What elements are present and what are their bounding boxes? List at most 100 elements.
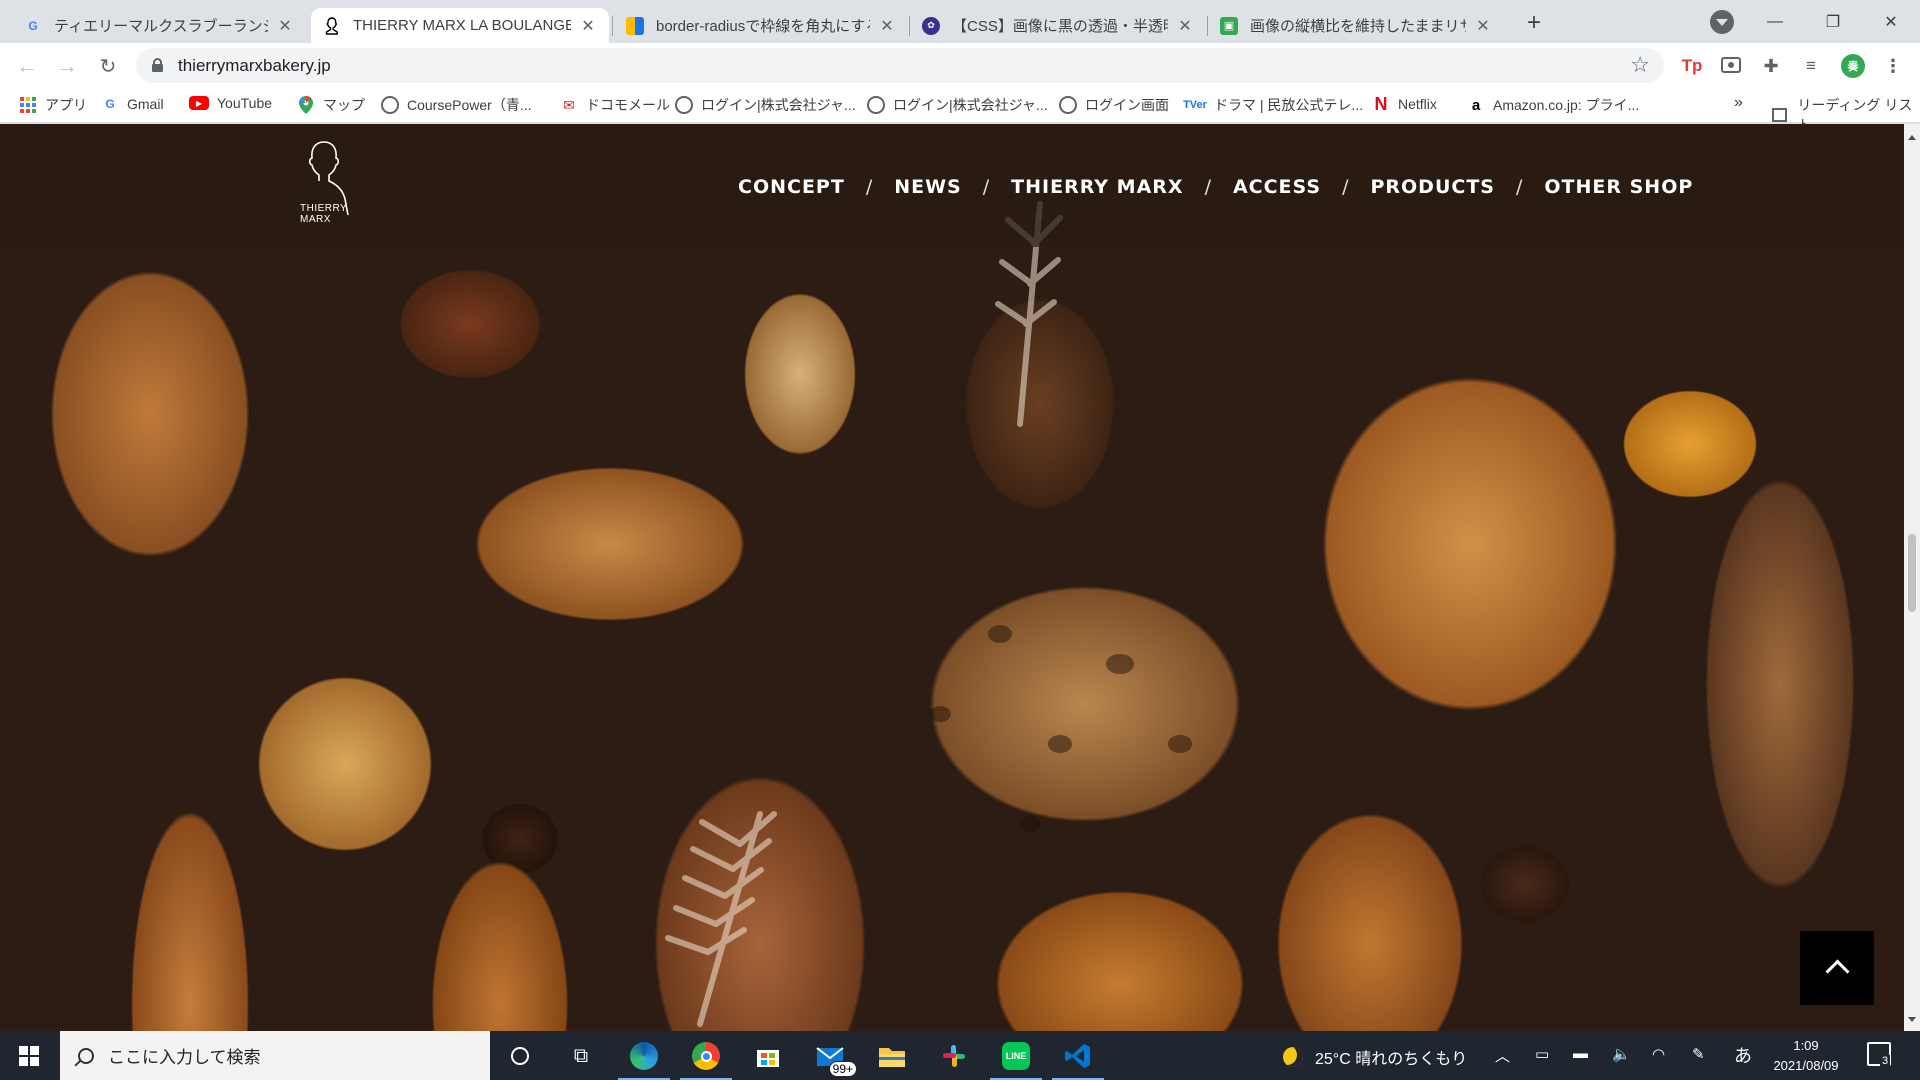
- reload-icon[interactable]: ↻: [93, 51, 123, 81]
- close-icon[interactable]: ✕: [878, 16, 896, 36]
- scroll-up-arrow-icon[interactable]: [1908, 131, 1916, 140]
- clock-date: 2021/08/09: [1773, 1058, 1839, 1073]
- search-icon: [78, 1047, 94, 1064]
- tab-title: 画像の縦横比を維持したままリサイズ: [1250, 18, 1466, 35]
- back-arrow-icon[interactable]: ←: [12, 51, 42, 81]
- amazon-icon: a: [1471, 96, 1481, 114]
- logo-line-2: MARX: [300, 214, 331, 225]
- tab-css-overlay[interactable]: ✿ 【CSS】画像に黒の透過・半透明カラ ✕: [910, 8, 1206, 43]
- wifi-icon[interactable]: ◠: [1652, 1045, 1665, 1063]
- taskbar-search-box[interactable]: ここに入力して検索: [60, 1031, 490, 1080]
- scrollbar-thumb[interactable]: [1908, 534, 1916, 612]
- url-text[interactable]: thierrymarxbakery.jp: [178, 56, 331, 76]
- ime-indicator[interactable]: あ: [1734, 1042, 1752, 1068]
- cast-extension-icon[interactable]: [1720, 55, 1742, 77]
- restore-icon[interactable]: ❐: [1810, 0, 1856, 43]
- taskbar-clock[interactable]: 1:09 2021/08/09: [1764, 1036, 1848, 1076]
- nav-news[interactable]: NEWS: [894, 176, 962, 198]
- mail-app-icon[interactable]: 99+: [813, 1039, 857, 1077]
- file-explorer-icon[interactable]: [875, 1039, 909, 1073]
- globe-icon: [381, 96, 399, 114]
- close-icon[interactable]: ✕: [1176, 16, 1194, 36]
- google-icon: G: [105, 97, 115, 111]
- tab-strip: G ティエリーマルクスラブーランジュリー - G ✕ THIERRY MARX …: [0, 0, 1920, 43]
- tray-device-icon[interactable]: ▭: [1535, 1045, 1549, 1063]
- scroll-down-arrow-icon[interactable]: [1908, 1017, 1916, 1026]
- bookmark-login-1[interactable]: ログイン|株式会社ジャ...: [675, 95, 856, 115]
- bookmark-login-screen[interactable]: ログイン画面: [1059, 95, 1169, 115]
- site-header: THIERRY MARX CONCEPT / NEWS / THIERRY MA…: [0, 124, 1904, 247]
- forward-arrow-icon[interactable]: →: [52, 51, 82, 81]
- bookmark-label: マップ: [323, 97, 365, 113]
- bookmark-label: CoursePower（青...: [407, 97, 532, 113]
- new-tab-plus-icon[interactable]: +: [1520, 9, 1548, 37]
- bookmark-docomo-mail[interactable]: ✉ ドコモメール: [560, 95, 670, 115]
- tray-chevron-up-icon[interactable]: ︿: [1495, 1045, 1510, 1066]
- cortana-icon[interactable]: [503, 1039, 537, 1073]
- close-icon[interactable]: ✕: [1474, 16, 1492, 36]
- bookmark-amazon[interactable]: a Amazon.co.jp: プライ...: [1467, 95, 1639, 115]
- nav-access[interactable]: ACCESS: [1233, 176, 1321, 198]
- start-button[interactable]: [0, 1031, 58, 1080]
- bookmark-maps[interactable]: マップ: [297, 95, 365, 115]
- edge-icon[interactable]: [618, 1039, 670, 1080]
- bookmark-label: アプリ: [45, 97, 87, 113]
- nav-concept[interactable]: CONCEPT: [738, 176, 845, 198]
- nav-other-shop[interactable]: OTHER SHOP: [1544, 176, 1693, 198]
- back-to-top-button[interactable]: [1800, 931, 1874, 1005]
- bookmark-star-icon[interactable]: ☆: [1630, 52, 1650, 78]
- nav-products[interactable]: PRODUCTS: [1370, 176, 1495, 198]
- tab-border-radius[interactable]: border-radiusで枠線を角丸にする | ✕: [614, 8, 908, 43]
- bookmark-apps[interactable]: アプリ: [19, 95, 87, 115]
- bookmarks-bar: アプリ G Gmail ▶ YouTube マップ CoursePower（青.…: [0, 88, 1920, 133]
- extensions-puzzle-icon[interactable]: ✚: [1760, 55, 1782, 77]
- ms-store-icon[interactable]: [751, 1039, 785, 1073]
- logo-wordmark[interactable]: THIERRY MARX: [300, 203, 347, 225]
- nav-separator: /: [1204, 176, 1212, 198]
- pen-icon[interactable]: ✎: [1692, 1045, 1705, 1063]
- tab-thierry-marx[interactable]: THIERRY MARX LA BOULANGERIE ✕: [311, 8, 609, 43]
- chrome-icon[interactable]: [680, 1039, 732, 1080]
- line-app-icon[interactable]: LINE: [990, 1039, 1042, 1080]
- bookmark-youtube[interactable]: ▶ YouTube: [189, 95, 272, 111]
- nav-separator: /: [865, 176, 874, 198]
- window-close-icon[interactable]: ✕: [1868, 0, 1914, 43]
- bookmark-label: ドラマ | 民放公式テレ...: [1214, 97, 1364, 113]
- netflix-icon: N: [1374, 93, 1388, 114]
- vscode-icon[interactable]: [1052, 1039, 1104, 1080]
- close-icon[interactable]: ✕: [579, 16, 597, 36]
- close-icon[interactable]: ✕: [276, 16, 294, 36]
- bookmarks-overflow-chevron-icon[interactable]: »: [1734, 94, 1743, 112]
- bookmark-netflix[interactable]: N Netflix: [1372, 93, 1437, 114]
- profile-avatar[interactable]: 奏: [1841, 54, 1865, 78]
- bookmark-coursepower[interactable]: CoursePower（青...: [381, 95, 531, 115]
- address-bar[interactable]: thierrymarxbakery.jp ☆: [136, 48, 1664, 83]
- task-view-icon[interactable]: ⧉: [564, 1039, 598, 1073]
- more-menu-icon[interactable]: ⋮: [1882, 55, 1904, 77]
- bookmark-login-2[interactable]: ログイン|株式会社ジャ...: [867, 95, 1048, 115]
- nav-thierry-marx[interactable]: THIERRY MARX: [1011, 176, 1183, 198]
- tab-aspect-ratio[interactable]: ▣ 画像の縦横比を維持したままリサイズ ✕: [1208, 8, 1504, 43]
- nav-separator: /: [1342, 176, 1350, 198]
- tp-extension-icon[interactable]: Tp: [1681, 55, 1703, 77]
- bookmark-tver[interactable]: TVer ドラマ | 民放公式テレ...: [1183, 95, 1364, 115]
- weather-text: 25°C 晴れのちくもり: [1315, 1051, 1468, 1068]
- tver-icon: TVer: [1183, 99, 1207, 111]
- minimize-icon[interactable]: —: [1752, 0, 1798, 43]
- google-icon: G: [28, 18, 38, 33]
- media-queue-icon[interactable]: ≡: [1800, 55, 1822, 77]
- logo-line-1: THIERRY: [300, 203, 348, 214]
- bookmark-label: ドコモメール: [586, 97, 670, 113]
- page-scrollbar[interactable]: [1904, 124, 1920, 1031]
- battery-icon[interactable]: ▬: [1573, 1045, 1588, 1062]
- weather-moon-icon: [1283, 1047, 1303, 1067]
- tab-google-search[interactable]: G ティエリーマルクスラブーランジュリー - G ✕: [12, 8, 306, 43]
- slack-icon[interactable]: [937, 1039, 971, 1073]
- tab-search-icon[interactable]: [1710, 10, 1734, 34]
- bookmark-gmail[interactable]: G Gmail: [101, 95, 163, 113]
- global-nav: CONCEPT / NEWS / THIERRY MARX / ACCESS /…: [738, 176, 1693, 198]
- lock-icon: [152, 58, 163, 72]
- volume-icon[interactable]: 🔈: [1612, 1045, 1631, 1063]
- weather-widget[interactable]: 25°C 晴れのちくもり: [1283, 1045, 1467, 1069]
- mail-badge: 99+: [828, 1061, 857, 1077]
